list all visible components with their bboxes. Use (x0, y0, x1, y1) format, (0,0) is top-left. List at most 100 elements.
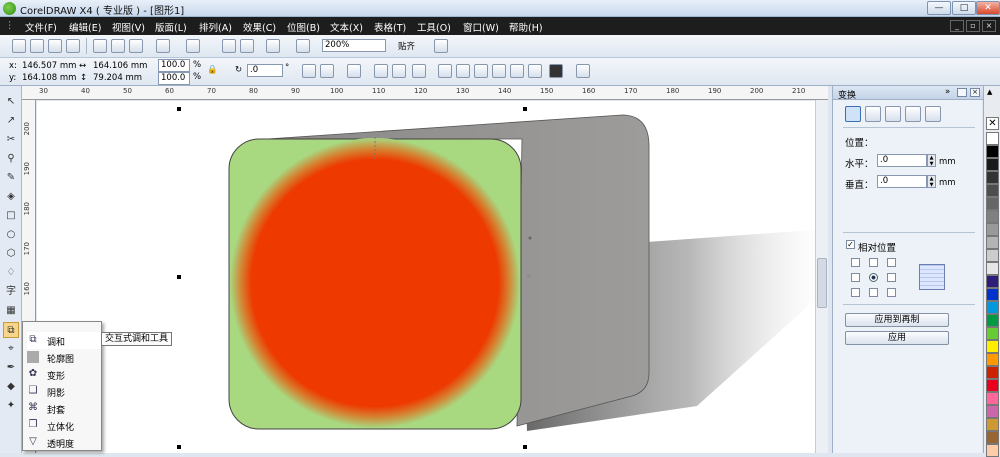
interactive-blend-tool-icon[interactable]: ⧉ (3, 322, 19, 338)
selection-handle[interactable] (177, 445, 181, 449)
welcome-icon[interactable] (296, 39, 310, 53)
horizontal-field[interactable]: .0 (877, 154, 927, 167)
menu-window[interactable]: 窗口(W) (463, 20, 499, 34)
table-tool-icon[interactable]: ▦ (3, 303, 19, 319)
menu-file[interactable]: 文件(F) (25, 20, 57, 34)
mirror-h-icon[interactable] (302, 64, 316, 78)
polygon-tool-icon[interactable]: ⬡ (3, 246, 19, 262)
ellipse-tool-icon[interactable]: ○ (3, 227, 19, 243)
pick-tool-icon[interactable]: ↖ (3, 94, 19, 110)
trim-icon[interactable] (456, 64, 470, 78)
no-fill-swatch[interactable]: ✕ (986, 117, 999, 130)
skew-tab-icon[interactable] (925, 106, 941, 122)
color-swatch[interactable] (986, 275, 999, 288)
flyout-item-extrude[interactable]: ❒ 立体化 (27, 417, 101, 434)
anchor-tc[interactable] (869, 258, 878, 267)
color-swatch[interactable] (986, 327, 999, 340)
cut-icon[interactable] (93, 39, 107, 53)
color-swatch[interactable] (986, 301, 999, 314)
options-icon[interactable] (434, 39, 448, 53)
rectangle-tool-icon[interactable]: □ (3, 208, 19, 224)
fill-tool-icon[interactable]: ◆ (3, 379, 19, 395)
color-swatch[interactable] (986, 236, 999, 249)
smart-fill-icon[interactable]: ◈ (3, 189, 19, 205)
color-swatch[interactable] (986, 132, 999, 145)
color-swatch[interactable] (986, 249, 999, 262)
menu-table[interactable]: 表格(T) (374, 20, 406, 34)
menu-tools[interactable]: 工具(O) (417, 20, 451, 34)
flyout-item-transparency[interactable]: ▽ 透明度 (27, 434, 101, 451)
vertical-field[interactable]: .0 (877, 175, 927, 188)
open-icon[interactable] (30, 39, 44, 53)
minimize-button[interactable]: — (927, 1, 951, 15)
flyout-item-distort[interactable]: ✿ 变形 (27, 366, 101, 383)
horizontal-spinner[interactable]: ▲ ▼ (927, 154, 936, 167)
scale-y-field[interactable]: 100.0 (158, 72, 190, 85)
width-field[interactable]: 164.106 mm (93, 61, 147, 71)
eyedropper-tool-icon[interactable]: ⌖ (3, 341, 19, 357)
zoom-tool-icon[interactable]: ⚲ (3, 151, 19, 167)
crop-tool-icon[interactable]: ✂ (3, 132, 19, 148)
color-swatch[interactable] (986, 431, 999, 444)
import-icon[interactable] (222, 39, 236, 53)
freehand-tool-icon[interactable]: ✎ (3, 170, 19, 186)
color-swatch[interactable] (986, 262, 999, 275)
apply-to-duplicate-button[interactable]: 应用到再制 (845, 313, 949, 327)
scale-x-field[interactable]: 100.0 (158, 59, 190, 72)
color-swatch[interactable] (986, 288, 999, 301)
text-tool-icon[interactable]: 字 (3, 284, 19, 300)
color-swatch[interactable] (986, 392, 999, 405)
flyout-item-shadow[interactable]: ❑ 阴影 (27, 383, 101, 400)
ungroup-icon[interactable] (374, 64, 388, 78)
anchor-ml[interactable] (851, 273, 860, 282)
copy-icon[interactable] (111, 39, 125, 53)
menu-arrange[interactable]: 排列(A) (199, 20, 232, 34)
lock-ratio-icon[interactable]: 🔒 (207, 65, 218, 75)
y-position-field[interactable]: 164.108 mm (22, 73, 76, 83)
collapse-icon[interactable]: » (945, 87, 950, 97)
color-swatch[interactable] (986, 314, 999, 327)
scale-tab-icon[interactable] (885, 106, 901, 122)
position-tab-icon[interactable] (845, 106, 861, 122)
weld-icon[interactable] (438, 64, 452, 78)
new-document-icon[interactable] (12, 39, 26, 53)
menu-view[interactable]: 视图(V) (112, 20, 145, 34)
intersect-icon[interactable] (474, 64, 488, 78)
color-swatch[interactable] (986, 184, 999, 197)
selection-handle[interactable] (177, 275, 181, 279)
launcher-icon[interactable] (266, 39, 280, 53)
close-button[interactable]: ✕ (976, 1, 1000, 15)
simplify-icon[interactable] (492, 64, 506, 78)
combine-icon[interactable] (412, 64, 426, 78)
anchor-mr[interactable] (887, 273, 896, 282)
flyout-item-blend[interactable]: ⧉ 调和 (27, 332, 101, 349)
color-swatch[interactable] (986, 405, 999, 418)
docker-close-button[interactable]: × (970, 88, 980, 97)
docker-minimize-button[interactable] (957, 88, 967, 97)
drawing-canvas[interactable]: × (37, 101, 815, 453)
export-icon[interactable] (240, 39, 254, 53)
outline-tool-icon[interactable]: ✒ (3, 360, 19, 376)
color-swatch[interactable] (986, 444, 999, 457)
size-tab-icon[interactable] (905, 106, 921, 122)
snap-dropdown[interactable]: 贴齐 (398, 40, 415, 52)
height-field[interactable]: 79.204 mm (93, 73, 142, 83)
color-swatch[interactable] (986, 171, 999, 184)
color-swatch[interactable] (986, 197, 999, 210)
color-swatch[interactable] (986, 210, 999, 223)
menu-layout[interactable]: 版面(L) (155, 20, 187, 34)
doc-minimize-button[interactable]: _ (950, 20, 964, 32)
doc-restore-button[interactable]: ▫ (966, 20, 980, 32)
rotate-tab-icon[interactable] (865, 106, 881, 122)
color-swatch[interactable] (986, 366, 999, 379)
paste-icon[interactable] (129, 39, 143, 53)
anchor-bl[interactable] (851, 288, 860, 297)
selection-handle[interactable] (523, 445, 527, 449)
color-swatch[interactable] (986, 379, 999, 392)
ungroup-all-icon[interactable] (392, 64, 406, 78)
anchor-tr[interactable] (887, 258, 896, 267)
selection-handle[interactable] (177, 107, 181, 111)
anchor-br[interactable] (887, 288, 896, 297)
vertical-spinner[interactable]: ▲ ▼ (927, 175, 936, 188)
zoom-select[interactable]: 200% (322, 39, 386, 52)
